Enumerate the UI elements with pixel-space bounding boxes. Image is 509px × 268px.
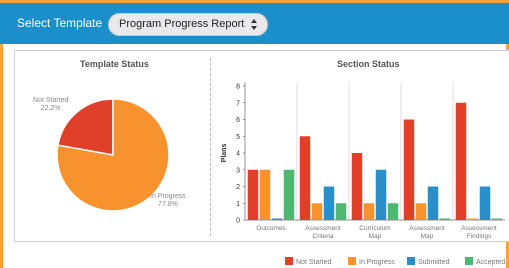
legend-swatch-accepted (465, 257, 473, 265)
x-tick-label: Map (421, 233, 434, 240)
y-tick-label: 3 (236, 167, 240, 174)
legend-label-not-started: Not Started (296, 259, 332, 266)
bar-submitted[interactable] (323, 186, 335, 221)
legend-label-submitted: Submitted (418, 259, 450, 266)
section-status-chart: 012345678PlansOutcomes AssessmentCriteria… (221, 82, 505, 240)
bar-in-progress[interactable] (311, 203, 323, 220)
bar-in-progress[interactable] (363, 203, 375, 220)
y-tick-label: 4 (236, 151, 240, 158)
bar-submitted[interactable] (271, 218, 283, 221)
bar-submitted[interactable] (427, 186, 439, 221)
bar-not-started[interactable] (403, 119, 415, 221)
bar-not-started[interactable] (299, 136, 311, 220)
legend-swatch-not-started (285, 257, 293, 265)
y-tick-label: 8 (236, 84, 240, 91)
bar-not-started[interactable] (455, 102, 467, 220)
bar-accepted[interactable] (335, 203, 347, 220)
legend-not-started[interactable]: Not Started (285, 257, 331, 266)
y-tick-label: 0 (236, 218, 240, 225)
bar-accepted[interactable] (491, 218, 503, 221)
legend-label-accepted: Accepted (476, 259, 506, 266)
legend-swatch-submitted (407, 257, 415, 265)
x-tick-label: Curriculum (359, 225, 390, 232)
bar-submitted[interactable] (375, 169, 387, 220)
bar-in-progress[interactable] (467, 218, 479, 221)
bar-not-started[interactable] (351, 153, 363, 220)
x-tick-label: Map (369, 233, 382, 240)
y-tick-label: 2 (236, 184, 240, 191)
bar-in-progress[interactable] (415, 203, 427, 220)
legend-label-in-progress: In Progress (359, 259, 395, 266)
x-tick-label: Assessment (305, 225, 341, 232)
legend-swatch-in-progress (348, 257, 356, 265)
bar-not-started[interactable] (247, 169, 259, 220)
y-tick-label: 5 (236, 134, 240, 141)
bar-in-progress[interactable] (259, 169, 271, 220)
x-tick-label: Criteria (313, 233, 334, 240)
y-axis-label: Plans (221, 144, 228, 163)
y-tick-label: 6 (236, 117, 240, 124)
x-tick-label: Outcomes (256, 225, 286, 232)
y-tick-label: 7 (236, 100, 240, 107)
x-tick-label: Assessment (409, 225, 445, 232)
y-tick-label: 1 (236, 201, 240, 208)
legend-submitted[interactable]: Submitted (407, 257, 450, 266)
x-tick-label: Findings (467, 233, 492, 240)
bar-accepted[interactable] (283, 169, 295, 220)
bar-submitted[interactable] (479, 186, 491, 221)
x-tick-label: Assessment (461, 225, 497, 232)
legend-accepted[interactable]: Accepted (465, 257, 505, 266)
bar-accepted[interactable] (387, 203, 399, 220)
legend-in-progress[interactable]: In Progress (348, 257, 395, 266)
bar-accepted[interactable] (439, 218, 451, 221)
